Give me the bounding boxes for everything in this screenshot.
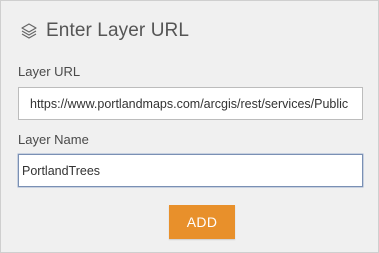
panel-title: Enter Layer URL (46, 20, 190, 41)
panel-header: Enter Layer URL (18, 17, 189, 45)
enter-layer-url-panel: Enter Layer URL Layer URL Layer Name ADD (0, 0, 379, 253)
layers-icon (18, 20, 40, 42)
layer-url-label: Layer URL (18, 64, 81, 79)
add-button[interactable]: ADD (169, 205, 235, 239)
layer-url-input[interactable] (18, 87, 363, 120)
layer-name-input[interactable] (18, 154, 363, 187)
layer-name-label: Layer Name (18, 132, 89, 147)
